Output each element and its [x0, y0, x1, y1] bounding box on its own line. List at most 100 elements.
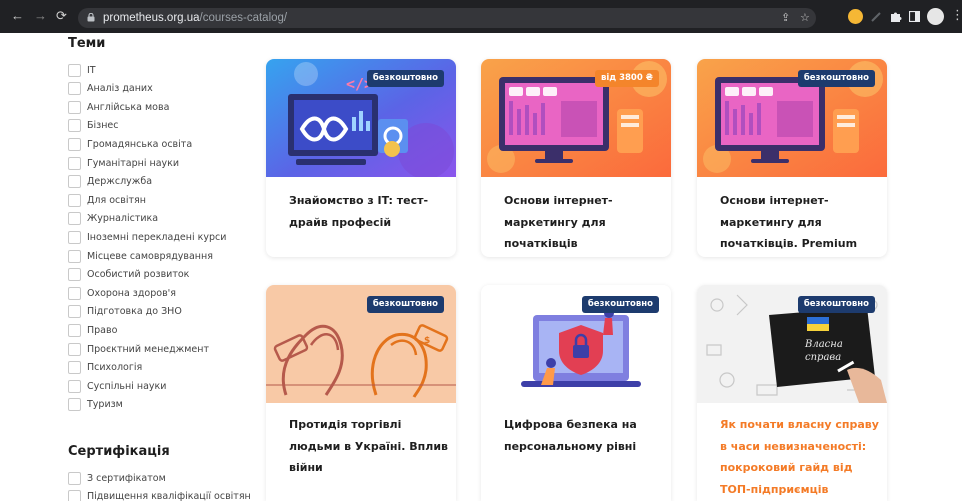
filter-checkbox[interactable]: [68, 137, 81, 151]
browser-toolbar: ← → ⟳ prometheus.org.ua/courses-catalog/…: [0, 0, 962, 33]
extension-orange-icon[interactable]: [848, 9, 863, 24]
filter-label: Аналіз даних: [87, 83, 153, 95]
course-title[interactable]: Основи інтернет-маркетингу для початківц…: [504, 190, 664, 255]
filter-checkbox[interactable]: [68, 286, 81, 300]
filter-label: Психологія: [87, 362, 143, 374]
puzzle-extensions-icon[interactable]: [889, 10, 902, 23]
filter-label: Для освітян: [87, 194, 146, 206]
filter-option[interactable]: Для освітян: [68, 193, 146, 207]
filter-label: Суспільні науки: [87, 380, 167, 392]
filter-checkbox[interactable]: [68, 268, 81, 282]
filter-option[interactable]: Держслужба: [68, 175, 152, 189]
filter-checkbox[interactable]: [68, 175, 81, 189]
filter-label: Іноземні перекладені курси: [87, 231, 227, 243]
profile-avatar-icon[interactable]: [927, 8, 944, 25]
filter-checkbox[interactable]: [68, 212, 81, 226]
address-bar[interactable]: prometheus.org.ua/courses-catalog/ ⇪ ☆: [78, 8, 816, 28]
course-card[interactable]: безкоштовно Цифрова безпека на персональ…: [481, 285, 671, 501]
image-caption-line1: Власна: [804, 339, 843, 350]
url-path: /courses-catalog/: [199, 12, 288, 24]
filter-option[interactable]: Суспільні науки: [68, 379, 166, 393]
course-title[interactable]: Знайомство з IT: тест-драйв професій: [289, 190, 449, 233]
filter-checkbox[interactable]: [68, 119, 81, 133]
price-badge: безкоштовно: [366, 70, 444, 87]
filter-checkbox[interactable]: [68, 471, 81, 485]
lock-icon: [87, 13, 95, 22]
filter-option[interactable]: Бізнес: [68, 119, 119, 133]
reload-icon[interactable]: ⟳: [56, 9, 67, 23]
course-card[interactable]: безкоштовно Основи інтернет-маркетингу д…: [697, 59, 887, 257]
share-icon[interactable]: ⇪: [781, 12, 790, 24]
filter-option[interactable]: IT: [68, 63, 96, 77]
filter-option[interactable]: Іноземні перекладені курси: [68, 230, 226, 244]
filter-label: Місцеве самоврядування: [87, 250, 213, 262]
extension-dark-icon[interactable]: [870, 11, 882, 23]
filter-option[interactable]: Місцеве самоврядування: [68, 249, 213, 263]
filter-checkbox[interactable]: [68, 193, 81, 207]
filter-label: IT: [87, 64, 96, 76]
filter-option[interactable]: Туризм: [68, 398, 123, 412]
svg-text:$: $: [424, 336, 430, 346]
filter-label: Право: [87, 324, 118, 336]
course-title[interactable]: Протидія торгівлі людьми в Україні. Впли…: [289, 414, 449, 479]
side-panel-icon[interactable]: [909, 11, 920, 22]
filter-label: Бізнес: [87, 120, 119, 132]
filter-checkbox[interactable]: [68, 63, 81, 77]
filter-label: З сертифікатом: [87, 472, 166, 484]
image-caption-line2: справа: [805, 352, 841, 363]
filter-option[interactable]: Журналістика: [68, 212, 158, 226]
course-card[interactable]: Власна справа безкоштовно Як почати влас…: [697, 285, 887, 501]
course-title[interactable]: Як почати власну справу в часи невизначе…: [720, 414, 880, 501]
filter-option[interactable]: Проєктний менеджмент: [68, 342, 209, 356]
filter-checkbox[interactable]: [68, 398, 81, 412]
price-badge: від 3800 ₴: [594, 70, 659, 87]
filter-label: Громадянська освіта: [87, 138, 193, 150]
course-title[interactable]: Цифрова безпека на персональному рівні: [504, 414, 664, 457]
url-host: prometheus.org.ua: [103, 12, 200, 24]
price-badge: безкоштовно: [797, 70, 875, 87]
filter-checkbox[interactable]: [68, 305, 81, 319]
filter-label: Підвищення кваліфікації освітян: [87, 490, 251, 501]
filter-option[interactable]: Охорона здоров'я: [68, 286, 176, 300]
price-badge: безкоштовно: [581, 296, 659, 313]
filter-option[interactable]: Підвищення кваліфікації освітян: [68, 489, 251, 501]
filter-label: Англійська мова: [87, 101, 170, 113]
course-card[interactable]: $ безкоштовно Протидія торгівлі людьми в…: [266, 285, 456, 501]
filter-checkbox[interactable]: [68, 156, 81, 170]
filter-label: Підготовка до ЗНО: [87, 306, 182, 318]
filter-checkbox[interactable]: [68, 361, 81, 375]
bookmark-star-icon[interactable]: ☆: [800, 12, 810, 24]
filter-label: Охорона здоров'я: [87, 287, 177, 299]
filter-checkbox[interactable]: [68, 100, 81, 114]
filter-checkbox[interactable]: [68, 379, 81, 393]
back-arrow-icon[interactable]: ←: [11, 9, 24, 23]
filter-checkbox[interactable]: [68, 249, 81, 263]
filter-option[interactable]: З сертифікатом: [68, 471, 166, 485]
filter-checkbox[interactable]: [68, 489, 81, 501]
course-card[interactable]: від 3800 ₴ Основи інтернет-маркетингу дл…: [481, 59, 671, 257]
filter-label: Проєктний менеджмент: [87, 343, 210, 355]
menu-dots-icon[interactable]: ⋮: [951, 8, 962, 22]
course-title[interactable]: Основи інтернет-маркетингу для початківц…: [720, 190, 880, 255]
filter-option[interactable]: Психологія: [68, 361, 142, 375]
filter-checkbox[interactable]: [68, 82, 81, 96]
filter-checkbox[interactable]: [68, 323, 81, 337]
filter-label: Журналістика: [87, 213, 159, 225]
filter-option[interactable]: Підготовка до ЗНО: [68, 305, 182, 319]
filter-option[interactable]: Англійська мова: [68, 100, 169, 114]
filter-label: Туризм: [87, 399, 123, 411]
filter-option[interactable]: Аналіз даних: [68, 82, 153, 96]
filter-option[interactable]: Право: [68, 323, 117, 337]
filter-checkbox[interactable]: [68, 342, 81, 356]
filter-option[interactable]: Особистий розвиток: [68, 268, 189, 282]
filter-label: Держслужба: [87, 176, 153, 188]
forward-arrow-icon[interactable]: →: [34, 9, 47, 23]
course-card[interactable]: </> безкоштовно Знайомство з IT: тест-др…: [266, 59, 456, 257]
certification-heading: Сертифікація: [68, 444, 170, 459]
price-badge: безкоштовно: [366, 296, 444, 313]
filter-checkbox[interactable]: [68, 230, 81, 244]
filter-option[interactable]: Громадянська освіта: [68, 137, 192, 151]
topics-heading: Теми: [68, 36, 106, 51]
filter-label: Гуманітарні науки: [87, 157, 180, 169]
filter-option[interactable]: Гуманітарні науки: [68, 156, 179, 170]
